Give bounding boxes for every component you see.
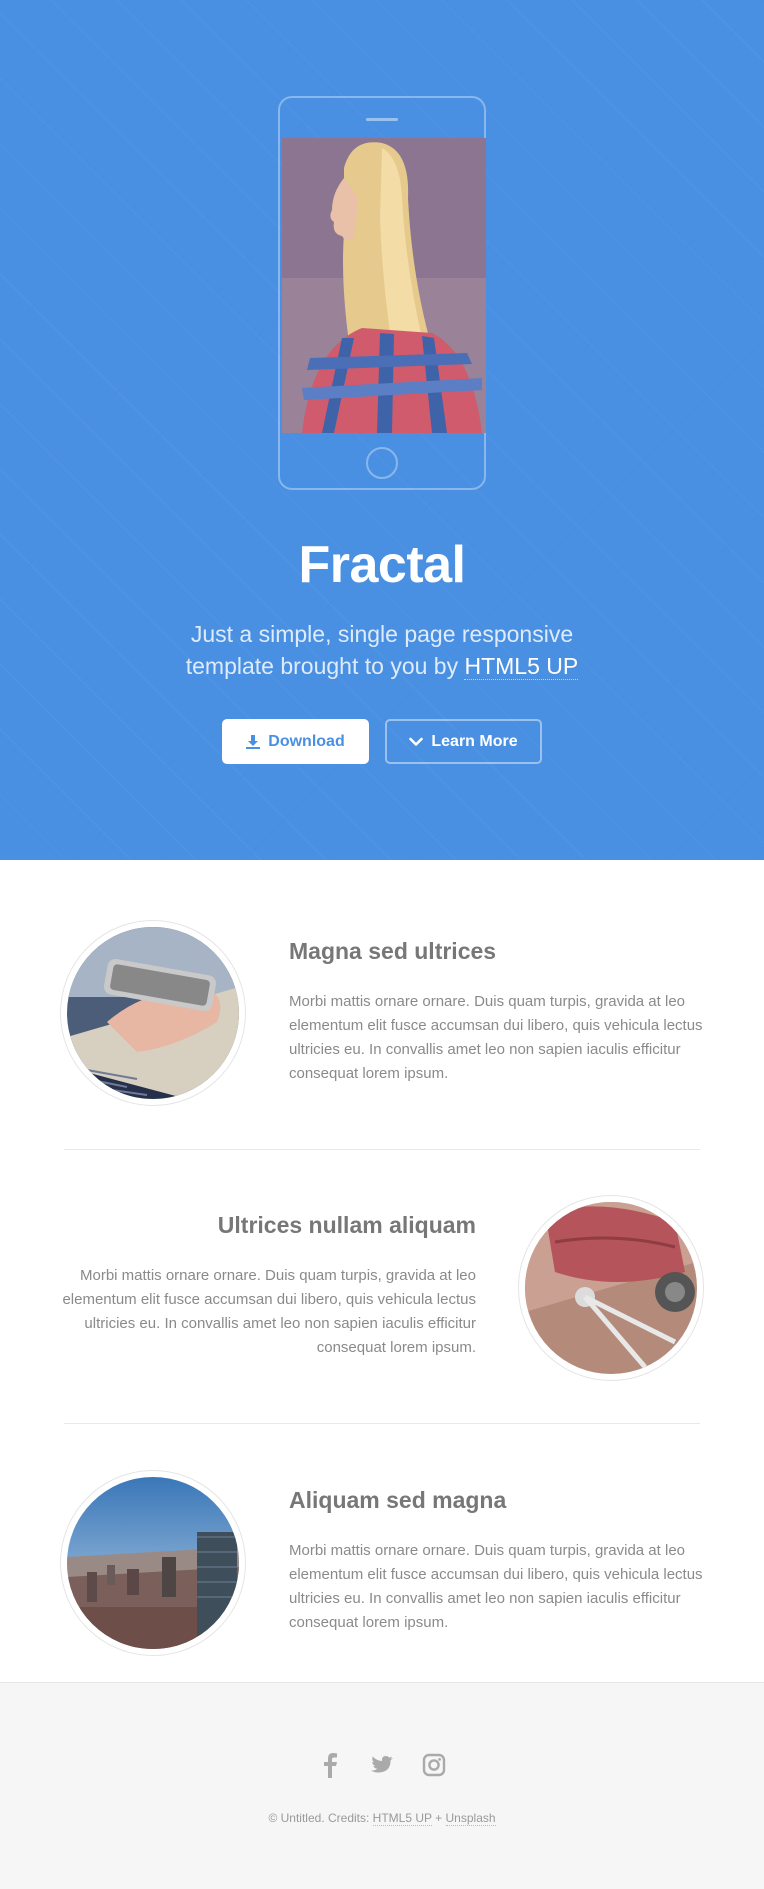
phone-screen-image xyxy=(282,138,486,433)
page-title: Fractal xyxy=(298,536,466,594)
chevron-down-icon xyxy=(409,737,424,747)
facebook-icon[interactable] xyxy=(317,1751,343,1779)
features-section: Magna sed ultrices Morbi mattis ornare o… xyxy=(0,860,764,1682)
twitter-icon[interactable] xyxy=(369,1751,395,1779)
phone-home-button xyxy=(366,447,398,479)
feature-3-image xyxy=(60,1470,246,1656)
divider xyxy=(64,1423,700,1424)
learn-more-label: Learn More xyxy=(431,732,518,750)
feature-2-image xyxy=(518,1195,704,1381)
feature-3-text: Morbi mattis ornare ornare. Duis quam tu… xyxy=(289,1542,703,1631)
learn-more-button[interactable]: Learn More xyxy=(385,719,542,764)
phone-mockup xyxy=(278,96,486,490)
divider xyxy=(64,1149,700,1150)
copyright-text: © Untitled. Credits: xyxy=(268,1811,370,1825)
feature-3-title: Aliquam sed magna xyxy=(289,1487,507,1513)
html5up-link[interactable]: HTML5 UP xyxy=(464,653,579,680)
feature-2-text: Morbi mattis ornare ornare. Duis quam tu… xyxy=(62,1267,476,1356)
unsplash-credit-link[interactable]: Unsplash xyxy=(445,1811,496,1826)
subtitle-line-1: Just a simple, single page responsive xyxy=(190,621,574,647)
credit-separator: + xyxy=(435,1811,443,1825)
copyright: © Untitled. Credits: HTML5 UP + Unsplash xyxy=(0,1811,764,1826)
download-label: Download xyxy=(268,732,345,750)
feature-2-title: Ultrices nullam aliquam xyxy=(217,1212,476,1238)
social-icons xyxy=(0,1751,764,1779)
feature-1-image xyxy=(60,920,246,1106)
feature-1-text: Morbi mattis ornare ornare. Duis quam tu… xyxy=(289,993,703,1082)
download-button[interactable]: Download xyxy=(222,719,369,764)
hero-subtitle: Just a simple, single page responsive te… xyxy=(150,618,614,682)
feature-1-title: Magna sed ultrices xyxy=(289,938,497,964)
subtitle-line-2: template brought to you by xyxy=(185,653,459,679)
footer: © Untitled. Credits: HTML5 UP + Unsplash xyxy=(0,1682,764,1889)
phone-speaker xyxy=(366,118,398,121)
hero-header: Fractal Just a simple, single page respo… xyxy=(0,0,764,860)
download-icon xyxy=(246,734,261,749)
instagram-icon[interactable] xyxy=(421,1751,447,1779)
html5up-credit-link[interactable]: HTML5 UP xyxy=(372,1811,432,1826)
